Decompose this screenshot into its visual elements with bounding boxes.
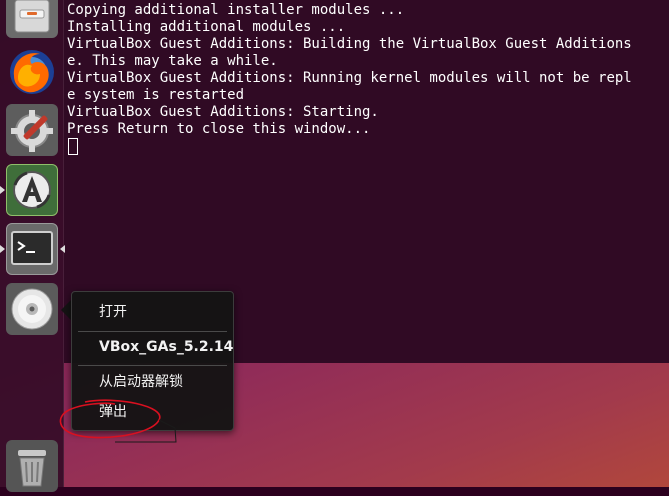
quicklist-open-item[interactable]: 打开 — [72, 299, 233, 325]
quicklist-separator — [78, 365, 227, 366]
launcher-item-firefox[interactable] — [6, 46, 58, 98]
optical-disc-icon — [11, 288, 53, 330]
terminal-line: e. This may take a while. — [67, 53, 278, 69]
focused-indicator-icon — [60, 245, 65, 253]
launcher-item-vbox-gas-disc[interactable] — [6, 283, 58, 335]
terminal-line: VirtualBox Guest Additions: Building the… — [67, 36, 632, 52]
launcher-item-system-settings[interactable] — [6, 104, 58, 156]
launcher — [0, 0, 65, 492]
quicklist-pointer-icon — [61, 300, 71, 320]
quicklist-unlock-item[interactable]: 从启动器解锁 — [72, 369, 233, 395]
software-updater-icon — [13, 171, 51, 209]
launcher-item-trash[interactable] — [6, 440, 58, 492]
launcher-item-terminal[interactable] — [6, 223, 58, 275]
terminal-line: e system is restarted — [67, 87, 245, 103]
terminal-line: Copying additional installer modules ... — [67, 2, 405, 18]
trash-icon — [18, 450, 46, 487]
launcher-quicklist: 打开 VBox_GAs_5.2.14 从启动器解锁 弹出 — [71, 291, 234, 431]
terminal-output: Copying additional installer modules ...… — [64, 0, 669, 157]
terminal-cursor — [68, 138, 78, 155]
launcher-item-software-updater[interactable] — [6, 164, 58, 216]
quicklist-eject-item[interactable]: 弹出 — [72, 399, 233, 425]
quicklist-title: VBox_GAs_5.2.14 — [99, 339, 234, 355]
file-cabinet-icon — [14, 0, 50, 33]
settings-gear-wrench-icon — [11, 110, 53, 152]
launcher-item-files[interactable] — [6, 0, 58, 38]
terminal-line: Installing additional modules ... — [67, 19, 346, 35]
terminal-line: Press Return to close this window... — [67, 121, 371, 137]
quicklist-separator — [78, 331, 227, 332]
running-indicator-icon — [0, 245, 5, 253]
terminal-line: VirtualBox Guest Additions: Running kern… — [67, 70, 632, 86]
terminal-line: VirtualBox Guest Additions: Starting. — [67, 104, 379, 120]
firefox-icon — [10, 50, 54, 94]
running-indicator-icon — [0, 186, 5, 194]
terminal-icon — [11, 231, 53, 265]
